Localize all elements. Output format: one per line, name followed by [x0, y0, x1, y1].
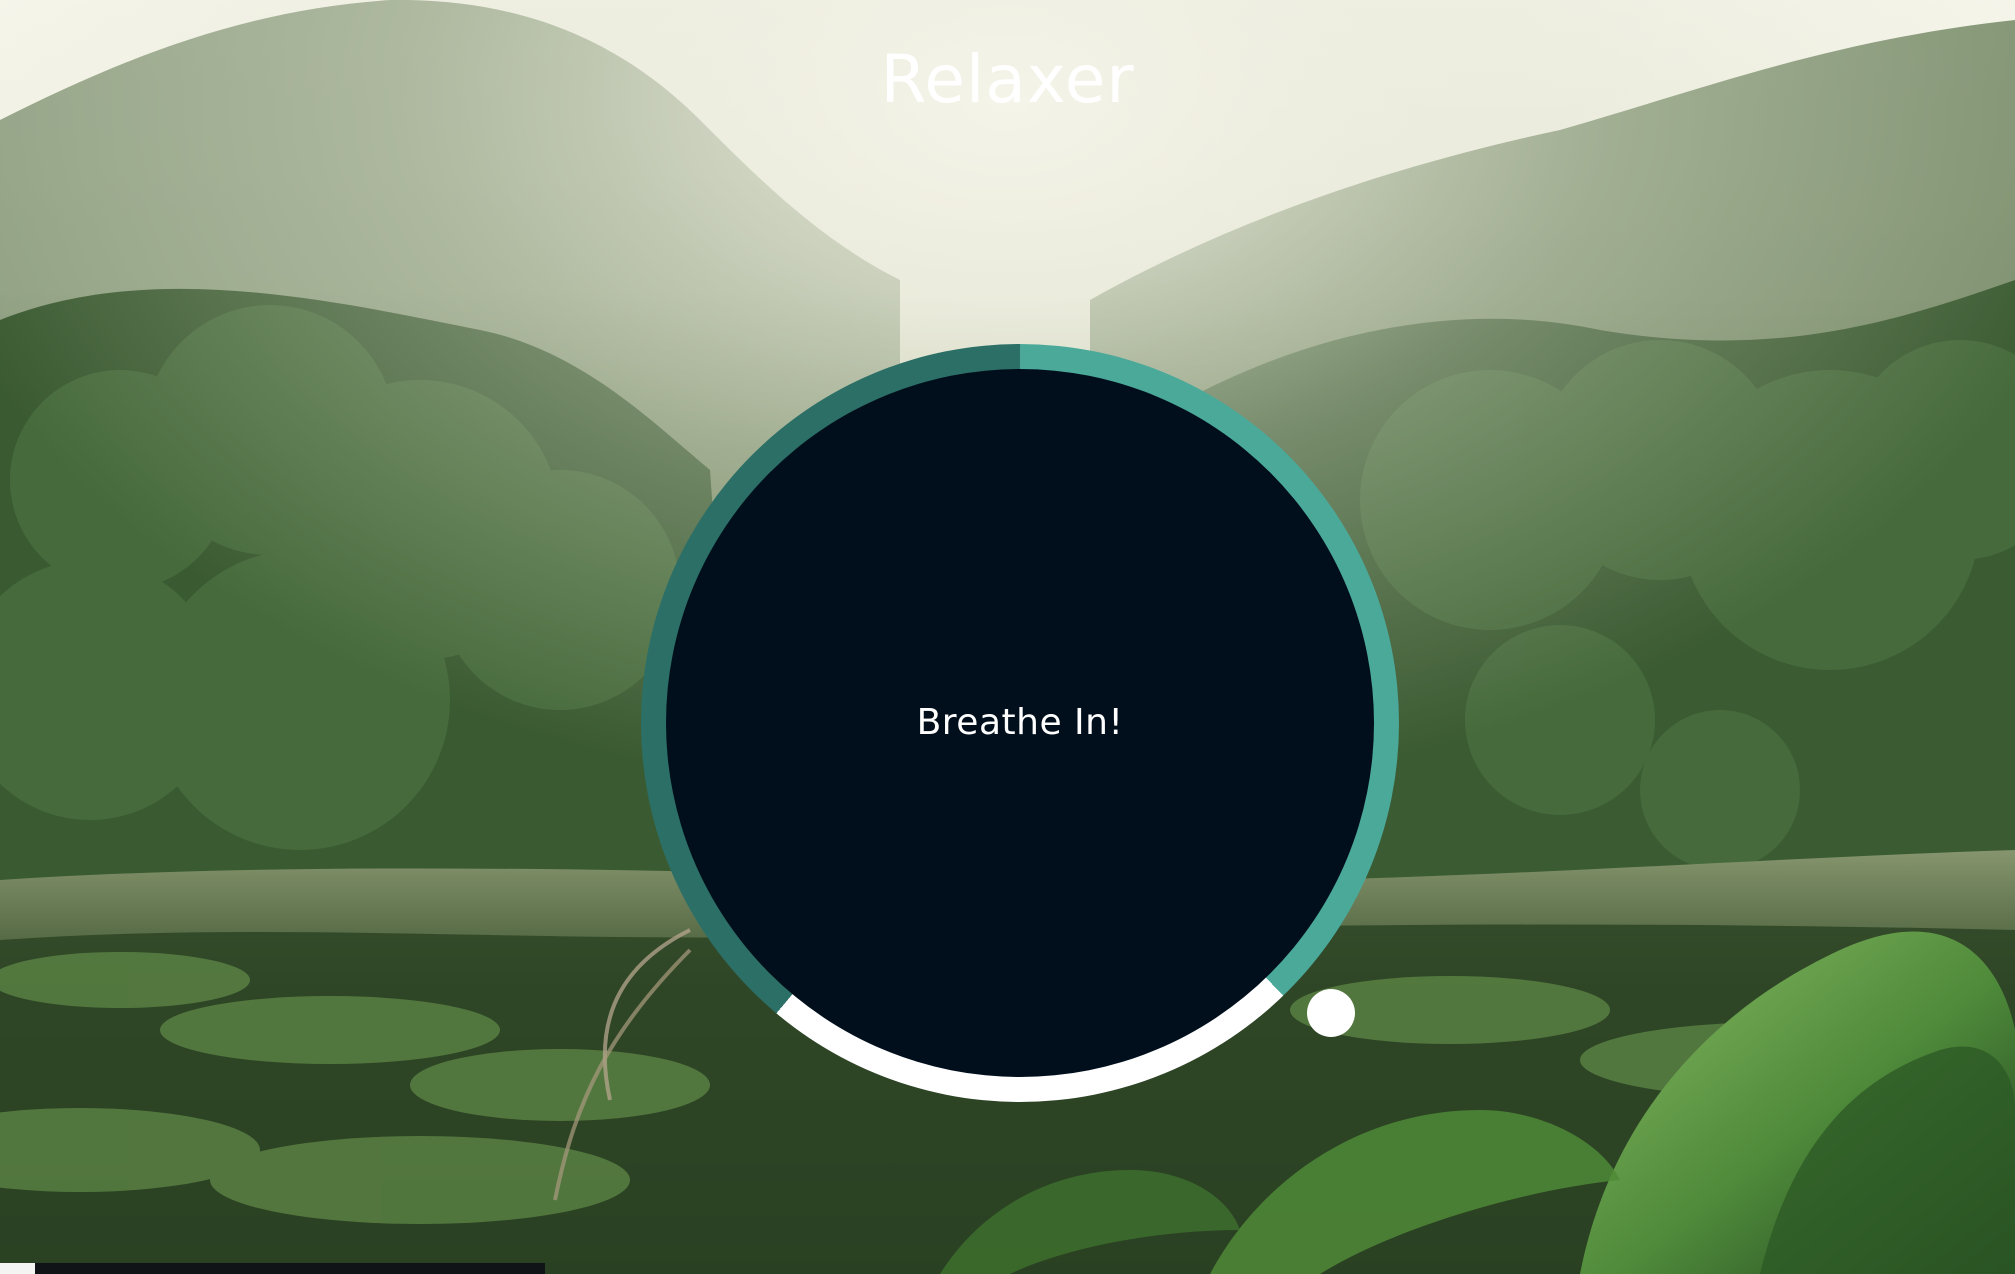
breathing-pointer-icon — [1307, 989, 1355, 1037]
bottom-bar — [35, 1263, 545, 1274]
app-title: Relaxer — [880, 41, 1135, 118]
bottom-edge-strip — [0, 1263, 35, 1274]
breathing-instruction: Breathe In! — [916, 702, 1124, 743]
relaxer-app: Relaxer Breathe In! — [0, 0, 2015, 1274]
